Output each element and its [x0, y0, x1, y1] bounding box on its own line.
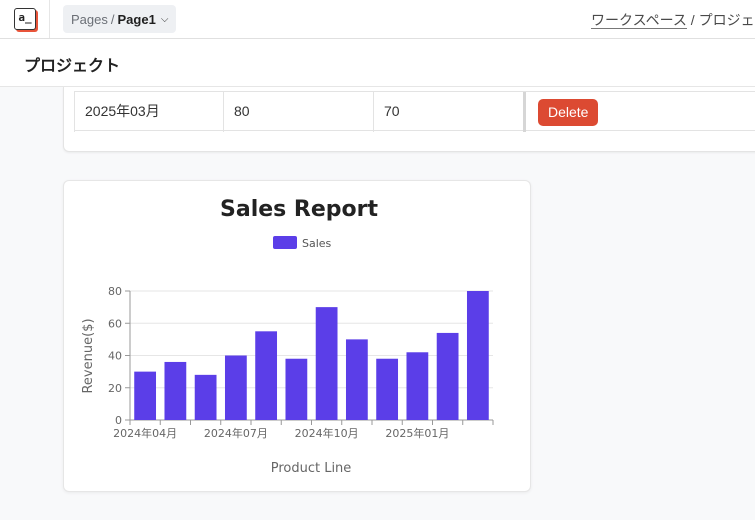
top-bar: a_ Pages / Page1 ⌵ ワークスペース / プロジェ	[0, 0, 755, 39]
page-header: プロジェクト	[0, 39, 755, 87]
table-card: 2025年03月 80 70 Delete	[63, 87, 755, 152]
bar[interactable]	[406, 352, 429, 420]
x-tick-label: 2025年01月	[385, 426, 449, 440]
bar[interactable]	[376, 358, 399, 420]
cell-value-2: 70	[374, 92, 526, 132]
bar[interactable]	[285, 358, 308, 420]
y-tick-label: 20	[108, 382, 122, 395]
sales-chart: Sales Report Sales Revenue($) Product Li…	[81, 197, 494, 476]
x-tick-label: 2024年10月	[295, 426, 359, 440]
bar[interactable]	[315, 307, 338, 420]
breadcrumb-project[interactable]: プロジェ	[699, 12, 755, 28]
bar[interactable]	[224, 355, 247, 421]
page-title: プロジェクト	[24, 58, 121, 75]
breadcrumb-separator: /	[690, 12, 695, 28]
pages-separator: /	[110, 11, 115, 27]
chart-title: Sales Report	[220, 197, 378, 222]
legend-swatch[interactable]	[273, 236, 297, 249]
current-page-label: Page1	[117, 11, 156, 27]
y-tick-label: 40	[108, 350, 122, 363]
x-tick-label: 2024年07月	[204, 426, 268, 440]
cell-month: 2025年03月	[74, 92, 224, 132]
bar[interactable]	[134, 371, 157, 420]
table-row: 2025年03月 80 70 Delete	[74, 91, 755, 132]
bar[interactable]	[164, 361, 187, 420]
bar[interactable]	[345, 339, 368, 420]
x-axis-label: Product Line	[271, 461, 352, 476]
cell-value-1: 80	[224, 92, 374, 132]
breadcrumb: ワークスペース / プロジェ	[591, 10, 755, 30]
x-tick-label: 2024年04月	[113, 426, 177, 440]
app-logo[interactable]: a_	[14, 8, 36, 30]
logo-container[interactable]: a_	[0, 0, 50, 38]
chart-card: Sales Report Sales Revenue($) Product Li…	[63, 180, 531, 492]
bar[interactable]	[194, 374, 217, 420]
y-tick-label: 0	[115, 414, 122, 427]
cell-actions: Delete	[529, 92, 755, 132]
chevron-down-icon: ⌵	[160, 13, 169, 25]
bar[interactable]	[436, 332, 459, 420]
delete-button[interactable]: Delete	[538, 99, 599, 126]
bar[interactable]	[466, 291, 489, 420]
y-tick-label: 60	[108, 317, 122, 330]
breadcrumb-workspace-link[interactable]: ワークスペース	[591, 12, 687, 29]
y-tick-label: 80	[108, 285, 122, 298]
page-selector[interactable]: Pages / Page1 ⌵	[63, 5, 177, 33]
legend-label[interactable]: Sales	[302, 237, 332, 250]
bar[interactable]	[255, 331, 278, 420]
pages-label: Pages	[71, 11, 108, 27]
y-axis-label: Revenue($)	[81, 318, 96, 393]
